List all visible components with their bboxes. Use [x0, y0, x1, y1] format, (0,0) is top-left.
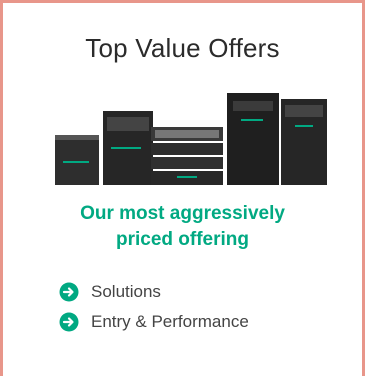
entry-performance-link[interactable]: Entry & Performance	[59, 307, 249, 337]
tagline-line-2: priced offering	[115, 229, 249, 250]
card-title: Top Value Offers	[85, 33, 280, 63]
solutions-link[interactable]: Solutions	[59, 277, 249, 307]
entry-performance-link-label: Entry & Performance	[91, 312, 249, 331]
tagline-line-1: Our most aggressively	[80, 203, 285, 224]
top-value-offers-card: Top Value Offers Our most aggressively p…	[0, 0, 365, 376]
solutions-link-label: Solutions	[91, 282, 161, 301]
offer-links: Solutions Entry & Performance	[59, 277, 249, 337]
arrow-circle-right-icon	[59, 282, 79, 302]
tagline: Our most aggressively priced offering	[3, 201, 362, 253]
server-lineup-image	[55, 93, 327, 185]
arrow-circle-right-icon	[59, 312, 79, 332]
